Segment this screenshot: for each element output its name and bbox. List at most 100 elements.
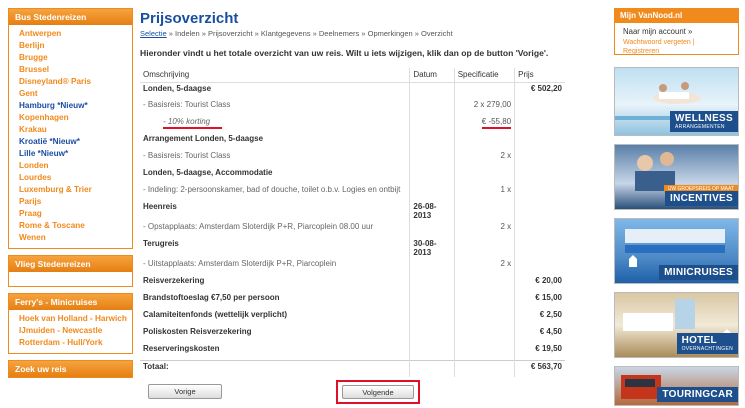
row-description: Reserveringskosten [143, 344, 220, 353]
city-link[interactable]: Kopenhagen [19, 112, 122, 124]
city-link[interactable]: Luxemburg & Trier [19, 184, 122, 196]
table-row: Calamiteitenfonds (wettelijk verplicht) €… [140, 309, 565, 326]
row-description: Brandstoftoeslag €7,50 per persoon [143, 293, 280, 302]
row-specification: 2 x 279,00 [473, 100, 512, 109]
intro-text: Hieronder vindt u het totale overzicht v… [140, 48, 549, 58]
row-description: Poliskosten Reisverzekering [143, 327, 252, 336]
main-content: Prijsoverzicht Selectie » Indelen » Prij… [140, 8, 570, 408]
city-link[interactable]: Kroatië *Nieuw* [19, 136, 122, 148]
row-description: - Basisreis: Tourist Class [143, 151, 231, 160]
row-description: - Opstapplaats: Amsterdam Sloterdijk P+R… [143, 222, 374, 231]
hotel-banner[interactable]: HOTEL OVERNACHTINGEN [614, 292, 739, 358]
table-header: Omschrijving Datum Specificatie Prijs [140, 68, 565, 83]
city-link[interactable]: Praag [19, 208, 122, 220]
col-omschrijving: Omschrijving [140, 68, 410, 83]
city-link[interactable]: Londen [19, 160, 122, 172]
table-row: - Basisreis: Tourist Class 2 x [140, 150, 565, 167]
minicruises-banner[interactable]: MINICRUISES [614, 218, 739, 284]
city-link[interactable]: Antwerpen [19, 28, 122, 40]
row-description: Londen, 5-daagse [143, 83, 212, 93]
col-specificatie: Specificatie [454, 68, 516, 83]
ferry-link[interactable]: IJmuiden - Newcastle [19, 325, 122, 337]
vorige-button[interactable]: Vorige [148, 384, 222, 399]
city-link[interactable]: Berlijn [19, 40, 122, 52]
city-link[interactable]: Lille *Nieuw* [19, 148, 122, 160]
city-link[interactable]: Brugge [19, 52, 122, 64]
row-specification: 1 x [500, 185, 512, 194]
table-row: - Indeling: 2-persoonskamer, bad of douc… [140, 184, 565, 201]
page-title: Prijsoverzicht [140, 10, 239, 27]
col-datum: Datum [409, 68, 455, 83]
row-date: 30-08-2013 [413, 239, 437, 257]
row-description: - Basisreis: Tourist Class [143, 100, 231, 109]
table-row: Terugreis 30-08-2013 [140, 238, 565, 258]
row-description: Reisverzekering [143, 276, 205, 285]
bus-stedenreizen-box: Bus Stedenreizen Antwerpen Berlijn Brugge B… [8, 8, 133, 249]
button-bar: Vorige Volgende [140, 380, 570, 408]
wellness-banner[interactable]: WELLNESS ARRANGEMENTEN [614, 67, 739, 136]
col-prijs: Prijs [514, 68, 565, 83]
row-price: € 20,00 [535, 276, 562, 285]
incentives-label: INCENTIVES [664, 191, 738, 206]
row-description: Londen, 5-daagse, Accommodatie [143, 168, 273, 177]
city-link[interactable]: Parijs [19, 196, 122, 208]
city-link[interactable]: Gent [19, 88, 122, 100]
table-row: Heenreis 26-08-2013 [140, 201, 565, 221]
city-link[interactable]: Hamburg *Nieuw* [19, 100, 122, 112]
ferry-link[interactable]: Hoek van Holland - Harwich [19, 313, 127, 325]
left-sidebar: Bus Stedenreizen Antwerpen Berlijn Brugge B… [8, 8, 133, 384]
city-link[interactable]: Brussel [19, 64, 122, 76]
hotel-title: HOTEL [681, 335, 717, 346]
row-description: - Uitstapplaats: Amsterdam Sloterdijk P+… [143, 259, 337, 268]
row-price: € 2,50 [539, 310, 562, 319]
row-description: - 10% korting [163, 117, 223, 129]
city-link[interactable]: Rome & Toscane [19, 220, 122, 232]
table-row: Londen, 5-daagse € 502,20 [140, 82, 565, 99]
breadcrumb-link-selectie[interactable]: Selectie [140, 29, 167, 38]
hotel-label: HOTEL OVERNACHTINGEN [676, 333, 738, 354]
row-specification: 2 x [500, 222, 512, 231]
table-row: Reserveringskosten € 19,50 [140, 343, 565, 360]
row-description: Calamiteitenfonds (wettelijk verplicht) [143, 310, 288, 319]
city-link[interactable]: Wenen [19, 232, 122, 244]
bus-city-list: Antwerpen Berlijn Brugge Brussel Disneyland®… [9, 25, 132, 248]
wellness-title: WELLNESS [675, 113, 733, 124]
table-row: Brandstoftoeslag €7,50 per persoon € 15,0… [140, 292, 565, 309]
row-description: Heenreis [143, 202, 177, 211]
row-description: - Indeling: 2-persoonskamer, bad of douc… [143, 185, 401, 194]
incentives-banner[interactable]: UW GROEPSREIS OP MAAT INCENTIVES [614, 144, 739, 210]
search-trip-box: Zoek uw reis [8, 360, 133, 378]
row-description: Terugreis [143, 239, 179, 248]
ferry-link[interactable]: Rotterdam - Hull/York [19, 337, 122, 349]
forgot-register-links[interactable]: Wachtwoord vergeten | Registreren [623, 38, 730, 56]
row-specification: 2 x [500, 151, 512, 160]
ferry-title: Ferry's - Minicruises [9, 294, 132, 310]
page: Bus Stedenreizen Antwerpen Berlijn Brugge B… [0, 0, 745, 408]
city-link[interactable]: Disneyland® Paris [19, 76, 122, 88]
touringcar-banner[interactable]: TOURINGCAR [614, 366, 739, 406]
row-price: € 15,00 [535, 293, 562, 302]
right-sidebar: Mijn VanNood.nl Naar mijn account » Wach… [614, 8, 739, 406]
city-link[interactable]: Lourdes [19, 172, 122, 184]
login-title: Mijn VanNood.nl [614, 8, 739, 23]
minicruises-label: MINICRUISES [659, 265, 738, 280]
row-price: € 502,20 [530, 83, 562, 93]
breadcrumb: Selectie » Indelen » Prijsoverzicht » Kl… [140, 29, 570, 38]
table-row: - Uitstapplaats: Amsterdam Sloterdijk P+… [140, 258, 565, 275]
table-row: Londen, 5-daagse, Accommodatie [140, 167, 565, 184]
table-row: - Opstapplaats: Amsterdam Sloterdijk P+R… [140, 221, 565, 238]
table-row: Arrangement Londen, 5-daagse [140, 133, 565, 150]
row-date: 26-08-2013 [413, 202, 437, 220]
ferry-box: Ferry's - Minicruises Hoek van Holland -… [8, 293, 133, 354]
hotel-sub: OVERNACHTINGEN [681, 346, 733, 352]
account-link[interactable]: Naar mijn account » [623, 27, 730, 36]
volgende-button[interactable]: Volgende [342, 385, 414, 399]
breadcrumb-rest: » Indelen » Prijsoverzicht » Klantgegeve… [166, 29, 453, 38]
city-link[interactable]: Krakau [19, 124, 122, 136]
row-price: € 19,50 [535, 344, 562, 353]
price-overview-table: Omschrijving Datum Specificatie Prijs Lo… [140, 68, 565, 377]
vlieg-stedenreizen-title[interactable]: Vlieg Stedenreizen [9, 256, 132, 272]
wellness-sub: ARRANGEMENTEN [675, 124, 725, 130]
row-specification: 2 x [500, 259, 512, 268]
table-row: - Basisreis: Tourist Class 2 x 279,00 [140, 99, 565, 116]
